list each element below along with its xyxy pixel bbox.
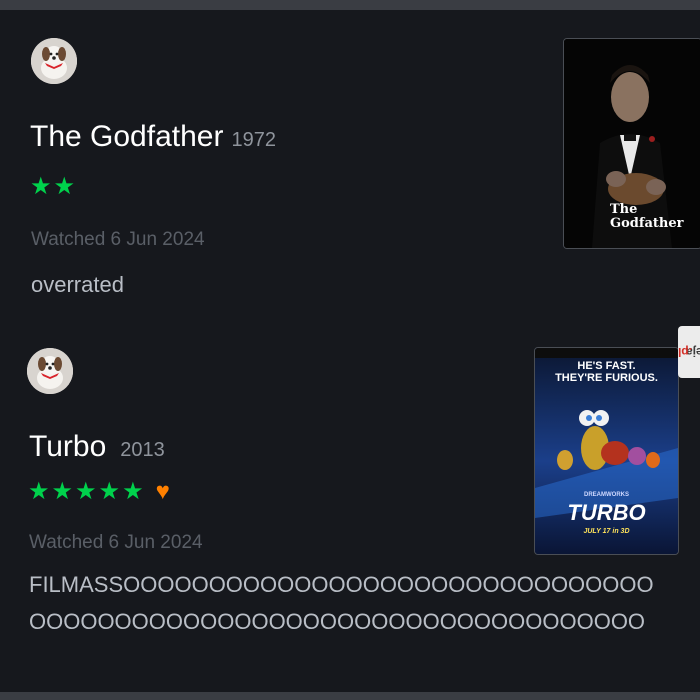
bottom-edge [0, 692, 700, 700]
user-avatar[interactable] [27, 348, 73, 394]
review-text: FILMASSOOOOOOOOOOOOOOOOOOOOOOOOOOOOOOOOO… [29, 572, 654, 634]
film-poster[interactable]: HE'S FAST. THEY'RE FURIOUS. DREAMWORKS T… [534, 347, 679, 555]
user-avatar[interactable] [31, 38, 77, 84]
film-poster[interactable]: The Godfather [563, 38, 700, 249]
star-icon: ★★ [30, 173, 78, 200]
star-rating: ★★ [30, 172, 77, 201]
review-entry[interactable]: The Godfather 1972 ★★ Watched 6 Jun 2024 … [0, 0, 700, 330]
watermark-logo: jeja.pl [678, 326, 700, 378]
watched-date: Watched 6 Jun 2024 [29, 532, 203, 553]
film-title[interactable]: The Godfather [30, 120, 223, 153]
heart-icon: ♥ [155, 478, 172, 505]
film-year[interactable]: 1972 [231, 129, 276, 151]
star-rating: ★★★★★ ♥ [28, 477, 172, 506]
star-icon: ★★★★★ [28, 478, 146, 505]
poster-title: The Godfather [610, 202, 684, 231]
poster-title: TURBO [567, 500, 646, 525]
watched-date: Watched 6 Jun 2024 [31, 229, 205, 250]
dog-avatar-icon [27, 348, 73, 394]
review-entry[interactable]: Turbo 2013 ★★★★★ ♥ Watched 6 Jun 2024 FILM… [0, 330, 700, 690]
poster-date: JULY 17 in 3D [583, 528, 630, 535]
poster-brand: DREAMWORKS [584, 492, 629, 498]
dog-avatar-icon [31, 38, 77, 84]
film-title[interactable]: Turbo [29, 430, 106, 463]
diary-page: The Godfather 1972 ★★ Watched 6 Jun 2024 … [0, 0, 700, 700]
film-year[interactable]: 2013 [120, 439, 165, 461]
review-text: overrated [31, 272, 124, 297]
poster-tagline: HE'S FAST. THEY'RE FURIOUS. [555, 360, 658, 384]
